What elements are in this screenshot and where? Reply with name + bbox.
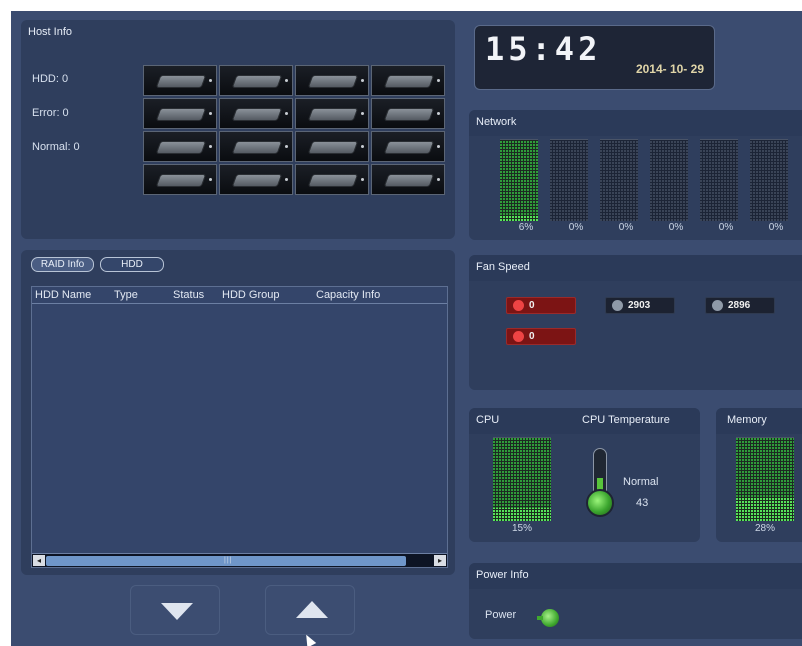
hdd-bay-icon[interactable] [219,164,293,195]
column-header-hdd-name[interactable]: HDD Name [35,289,91,301]
network-usage-label: 0% [618,222,634,233]
column-header-type[interactable]: Type [114,289,138,301]
network-usage-label: 0% [768,222,784,233]
network-usage-bar [650,139,688,221]
hdd-bay-icon[interactable] [143,65,217,96]
fan-speed-panel: Fan Speed [469,255,802,390]
clock-time: 15:42 [485,30,602,68]
horizontal-scrollbar[interactable]: ◂ ||| ▸ [32,553,447,567]
hdd-bay-grid [143,65,447,199]
hdd-bay-icon[interactable] [371,98,445,129]
cpu-usage-bar [493,437,551,521]
cpu-title: CPU [476,414,500,426]
fan-speed-value: 2903 [628,300,651,311]
power-info-title: Power Info [476,569,529,581]
hdd-bay-icon[interactable] [371,164,445,195]
fan-speed-indicator: 0 [506,297,576,314]
cpu-usage-label: 15% [511,523,532,534]
page-up-button[interactable] [265,585,355,635]
tab-hdd[interactable]: HDD [100,257,164,272]
arrow-down-icon [161,603,193,620]
fan-speed-value: 0 [529,331,535,342]
power-plug-icon [537,609,559,627]
hard-disk-icon [383,108,435,121]
power-info-panel: Power Info [469,563,802,639]
scroll-right-arrow-icon[interactable]: ▸ [434,555,446,566]
hard-disk-icon [383,174,435,187]
network-usage-bar [550,139,588,221]
fan-icon [513,300,524,311]
cpu-temperature-value: 43 [636,497,649,509]
hard-disk-icon [383,75,435,88]
hdd-table: HDD Name Type Status HDD Group Capacity … [31,286,448,568]
arrow-up-icon [296,601,328,618]
fan-icon [513,331,524,342]
hard-disk-icon [231,75,283,88]
network-usage-label: 6% [518,222,534,233]
page-down-button[interactable] [130,585,220,635]
cpu-temperature-title: CPU Temperature [582,414,670,426]
network-usage-bar [600,139,638,221]
network-usage-label: 0% [568,222,584,233]
power-label: Power [485,609,517,621]
hdd-count-label: HDD: 0 [32,73,69,85]
clock-date: 2014- 10- 29 [635,62,704,76]
hdd-bay-icon[interactable] [295,98,369,129]
network-title: Network [476,116,517,128]
fan-speed-title: Fan Speed [476,261,530,273]
scroll-grip: ||| [224,557,233,564]
normal-count-label: Normal: 0 [32,141,80,153]
hdd-bay-icon[interactable] [143,98,217,129]
hard-disk-icon [231,108,283,121]
error-count-label: Error: 0 [32,107,69,119]
network-usage-bar [700,139,738,221]
cpu-temperature-status: Normal [623,476,659,488]
hdd-bay-icon[interactable] [143,164,217,195]
fan-speed-indicator: 2896 [705,297,775,314]
hdd-bay-icon[interactable] [219,131,293,162]
hdd-bay-icon[interactable] [295,164,369,195]
network-usage-bar [750,139,788,221]
hard-disk-icon [155,75,207,88]
memory-usage-label: 28% [754,523,775,534]
hard-disk-icon [155,174,207,187]
network-usage-label: 0% [668,222,684,233]
fan-speed-value: 2896 [728,300,751,311]
hdd-bay-icon[interactable] [295,65,369,96]
column-header-hdd-group[interactable]: HDD Group [222,289,279,301]
hdd-bay-icon[interactable] [295,131,369,162]
hard-disk-icon [307,75,359,88]
tab-raid-info[interactable]: RAID Info [31,257,94,272]
hdd-bay-icon[interactable] [371,65,445,96]
hard-disk-icon [155,108,207,121]
column-header-capacity-info[interactable]: Capacity Info [316,289,380,301]
hdd-bay-icon[interactable] [219,65,293,96]
hard-disk-icon [307,174,359,187]
clock-display: 15:42 2014- 10- 29 [474,25,715,90]
hdd-bay-icon[interactable] [143,131,217,162]
hard-disk-icon [383,141,435,154]
scroll-left-arrow-icon[interactable]: ◂ [33,555,45,566]
memory-usage-bar [736,437,794,521]
header-divider [32,303,447,304]
hard-disk-icon [231,141,283,154]
host-info-title: Host Info [28,26,73,38]
fan-icon [612,300,623,311]
hard-disk-icon [307,141,359,154]
hard-disk-icon [231,174,283,187]
hdd-bay-icon[interactable] [219,98,293,129]
fan-icon [712,300,723,311]
network-usage-bar [500,139,538,221]
column-header-status[interactable]: Status [173,289,204,301]
hdd-bay-icon[interactable] [371,131,445,162]
memory-title: Memory [727,414,767,426]
network-usage-label: 0% [718,222,734,233]
hard-disk-icon [307,108,359,121]
hard-disk-icon [155,141,207,154]
fan-speed-indicator: 2903 [605,297,675,314]
fan-speed-indicator: 0 [506,328,576,345]
fan-speed-value: 0 [529,300,535,311]
